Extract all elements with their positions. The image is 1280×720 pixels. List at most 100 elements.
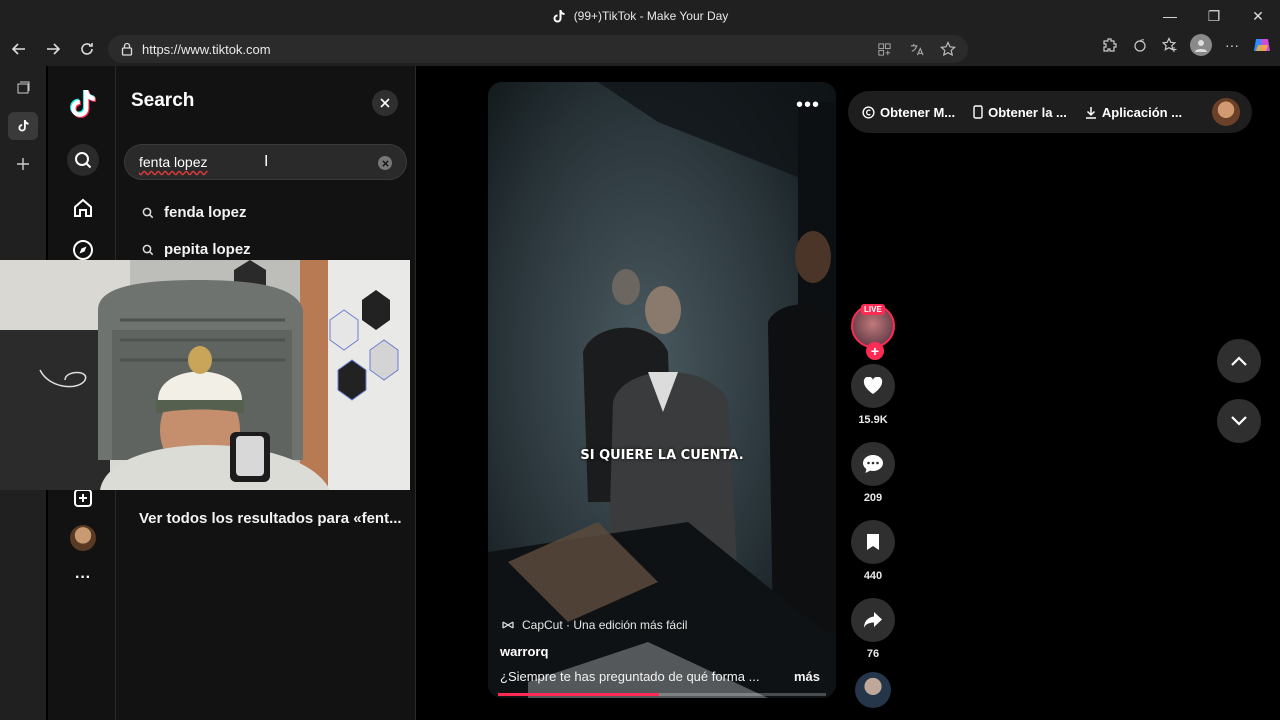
- forward-arrow-icon: [47, 43, 61, 55]
- capcut-icon: [502, 621, 514, 629]
- forward-button[interactable]: [36, 34, 70, 64]
- webcam-overlay: [0, 260, 410, 490]
- favorite-star-icon[interactable]: [938, 39, 958, 59]
- close-search-button[interactable]: [372, 90, 398, 116]
- reload-icon: [81, 43, 93, 55]
- chevron-down-icon: [1231, 416, 1247, 426]
- get-coins-link[interactable]: Obtener M...: [862, 105, 955, 120]
- window-title: (99+)TikTok - Make Your Day: [573, 9, 729, 23]
- window-titlebar: (99+)TikTok - Make Your Day — ❐ ✕: [0, 0, 1280, 32]
- tab-actions-icon: [17, 81, 30, 94]
- share-count: 76: [866, 648, 880, 660]
- clear-search-button[interactable]: [378, 156, 392, 170]
- browser-essentials-icon[interactable]: [1130, 35, 1150, 55]
- upload-plus-icon: [74, 489, 92, 507]
- bookmark-icon: [867, 534, 879, 550]
- search-input-value: fenta lopez: [139, 154, 208, 170]
- top-bar-label: Aplicación ...: [1101, 104, 1183, 120]
- capcut-label: CapCut · Una edición más fácil: [522, 618, 688, 632]
- top-right-bar: Obtener M... Obtener la ... Aplicación .…: [848, 91, 1252, 133]
- nav-home-button[interactable]: [67, 192, 99, 224]
- close-window-button[interactable]: ✕: [1236, 0, 1280, 32]
- clear-icon: [381, 159, 389, 167]
- get-app-link[interactable]: Obtener la ...: [973, 105, 1067, 120]
- more-dots-icon: ···: [75, 569, 91, 586]
- comment-button[interactable]: [851, 442, 895, 486]
- like-count: 15.9K: [858, 414, 888, 426]
- more-menu-icon[interactable]: ···: [1222, 35, 1242, 55]
- window-controls: — ❐ ✕: [1148, 0, 1280, 32]
- music-disc-icon[interactable]: [855, 672, 891, 708]
- back-arrow-icon: [11, 43, 25, 55]
- search-suggestion[interactable]: pepita lopez: [142, 241, 251, 258]
- extensions-icon[interactable]: [1100, 35, 1120, 55]
- url-text: https://www.tiktok.com: [142, 41, 271, 57]
- search-icon: [75, 152, 92, 169]
- search-panel-title: Search: [131, 90, 195, 111]
- desktop-app-link[interactable]: Aplicación ...: [1085, 105, 1182, 120]
- previous-video-button[interactable]: [1217, 339, 1261, 383]
- tiktok-logo[interactable]: [67, 88, 99, 120]
- suggestion-label: pepita lopez: [164, 241, 251, 258]
- user-avatar[interactable]: [1212, 98, 1240, 126]
- live-badge: LIVE: [861, 304, 885, 315]
- see-all-results-link[interactable]: Ver todos los resultados para «fent...: [139, 510, 402, 527]
- nav-search-button[interactable]: [67, 144, 99, 176]
- download-icon: [1085, 106, 1096, 119]
- top-bar-label: Obtener la ...: [988, 104, 1067, 120]
- video-player[interactable]: ••• SI QUIERE LA CUENTA. CapCut · Una ed…: [488, 82, 836, 698]
- save-count: 440: [863, 570, 883, 582]
- browser-toolbar-right: ···: [1100, 34, 1272, 56]
- comment-icon: [863, 455, 883, 473]
- next-video-button[interactable]: [1217, 399, 1261, 443]
- address-bar-actions: [874, 39, 958, 59]
- profile-avatar: [70, 525, 96, 551]
- search-input[interactable]: fenta lopez I: [124, 144, 407, 180]
- reload-button[interactable]: [70, 34, 104, 64]
- share-icon: [864, 612, 882, 628]
- like-button[interactable]: [851, 364, 895, 408]
- coin-icon: [862, 105, 875, 119]
- home-icon: [74, 198, 92, 217]
- follow-plus-button[interactable]: +: [866, 342, 884, 360]
- suggestion-search-icon: [142, 207, 154, 218]
- tab-actions-button[interactable]: [8, 74, 38, 102]
- tiktok-tab-icon: [552, 9, 566, 23]
- read-aloud-icon[interactable]: [906, 39, 926, 59]
- profile-avatar-icon[interactable]: [1190, 34, 1212, 56]
- capcut-effect-link[interactable]: CapCut · Una edición más fácil: [502, 618, 687, 632]
- description-more-button[interactable]: más: [794, 669, 824, 684]
- save-button[interactable]: [851, 520, 895, 564]
- search-suggestion[interactable]: fenda lopez: [142, 204, 247, 221]
- compass-icon: [73, 240, 93, 260]
- nav-profile-button[interactable]: [67, 522, 99, 554]
- heart-icon: [863, 377, 883, 394]
- window-title-group: (99+)TikTok - Make Your Day: [552, 9, 729, 23]
- video-author[interactable]: warrorq: [500, 644, 548, 659]
- suggestion-search-icon: [142, 244, 154, 255]
- tab-tiktok[interactable]: [8, 112, 38, 140]
- video-frame: [488, 82, 836, 698]
- restore-button[interactable]: ❐: [1192, 0, 1236, 32]
- video-progress-bar[interactable]: [498, 693, 826, 696]
- tiktok-tab-icon: [17, 120, 29, 132]
- address-bar[interactable]: https://www.tiktok.com: [108, 35, 968, 63]
- chevron-up-icon: [1231, 356, 1247, 366]
- webcam-image: [0, 260, 410, 490]
- video-description: ¿Siempre te has preguntado de qué forma …: [500, 669, 824, 684]
- new-tab-button[interactable]: [8, 150, 38, 178]
- share-button[interactable]: [851, 598, 895, 642]
- nav-more-button[interactable]: ···: [67, 562, 99, 594]
- video-more-options-icon[interactable]: •••: [796, 94, 820, 117]
- copilot-icon[interactable]: [1252, 35, 1272, 55]
- phone-icon: [973, 105, 983, 119]
- lock-icon: [121, 42, 133, 56]
- minimize-button[interactable]: —: [1148, 0, 1192, 32]
- tiktok-logo-icon: [70, 90, 96, 118]
- video-description-text: ¿Siempre te has preguntado de qué forma …: [500, 669, 760, 684]
- creator-live-avatar[interactable]: LIVE +: [851, 304, 895, 360]
- back-button[interactable]: [2, 34, 36, 64]
- favorites-icon[interactable]: [1160, 35, 1180, 55]
- text-cursor-icon: I: [264, 153, 269, 170]
- app-available-icon[interactable]: [874, 39, 894, 59]
